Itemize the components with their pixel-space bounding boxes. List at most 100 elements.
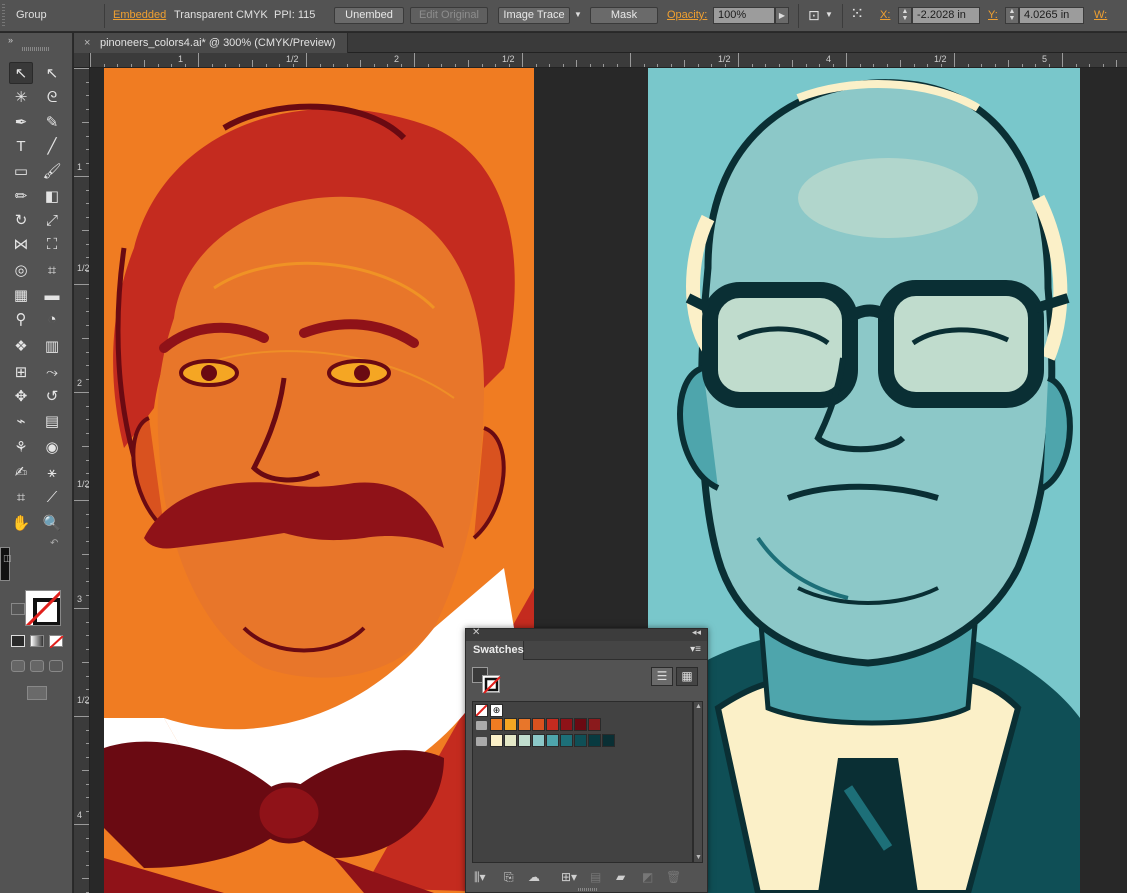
color-swatch[interactable] [560, 734, 573, 747]
current-stroke-swatch[interactable] [482, 675, 501, 694]
color-swatch[interactable] [574, 734, 587, 747]
measure-tool-icon[interactable]: ⟋ [40, 486, 64, 508]
hand-tool-icon[interactable]: ✋ [9, 512, 33, 534]
default-colors-icon[interactable]: ◫ [3, 553, 12, 564]
rectangle-tool-icon[interactable]: ▭ [9, 160, 33, 182]
puppet-warp-tool-icon[interactable]: ✥ [9, 385, 33, 407]
color-swatch[interactable] [560, 718, 573, 731]
free-transform-tool-icon[interactable]: ⛶ [40, 233, 64, 255]
draw-normal-icon[interactable] [11, 660, 25, 672]
color-swatch[interactable] [574, 718, 587, 731]
color-swatch[interactable] [546, 734, 559, 747]
selection-tool-icon[interactable]: ↖ [9, 62, 33, 84]
pencil-tool-icon[interactable]: ✏ [9, 185, 33, 207]
tools-grip[interactable] [22, 47, 50, 51]
pen-tool-icon[interactable]: ✒ [9, 111, 33, 133]
image-trace-button[interactable]: Image Trace [498, 7, 570, 24]
blend-tool-icon[interactable]: ◔ [40, 308, 64, 330]
scroll-up-icon[interactable]: ▲ [695, 703, 702, 710]
opacity-input[interactable]: 100% [713, 7, 775, 24]
stroke-color-swatch[interactable] [25, 590, 61, 626]
swatch-options-icon[interactable]: ▤ [590, 870, 601, 884]
paintbrush-tool-icon[interactable]: 🖌 [40, 160, 64, 182]
vertical-ruler[interactable]: 1 1/2 2 1/2 3 1/2 4 [74, 68, 90, 893]
knife-tool-icon[interactable]: ⚹ [40, 461, 64, 483]
draw-inside-icon[interactable] [49, 660, 63, 672]
document-tab[interactable]: × pinoneers_colors4.ai* @ 300% (CMYK/Pre… [74, 33, 348, 53]
color-swatch[interactable] [518, 718, 531, 731]
draw-behind-icon[interactable] [30, 660, 44, 672]
eyedropper-tool-icon[interactable]: ⚲ [9, 308, 33, 330]
close-tab-icon[interactable]: × [84, 33, 90, 53]
magic-wand-tool-icon[interactable]: ✳ [9, 86, 33, 108]
color-swatch[interactable] [490, 718, 503, 731]
blob-brush-tool-icon[interactable]: ✍ [9, 461, 33, 483]
butterfly-tool-icon[interactable]: ⚘ [9, 436, 33, 458]
warp-tool-icon[interactable]: ⌁ [9, 410, 33, 432]
zoom-tool-icon[interactable]: 🔍 [40, 512, 64, 534]
gradient-tool-icon[interactable]: ▬ [40, 284, 64, 306]
curvature-tool-icon[interactable]: ✎ [40, 111, 64, 133]
collapse-icon[interactable]: ◂◂ [692, 627, 701, 638]
ruler-tool-icon[interactable]: ▤ [40, 410, 64, 432]
color-swatch[interactable] [532, 734, 545, 747]
slice-tool-icon[interactable]: ⤳ [40, 361, 64, 383]
teal-portrait-artwork[interactable] [648, 68, 1080, 893]
horizontal-ruler[interactable]: 1 1/2 2 1/2 1/2 4 1/2 5 [90, 53, 1127, 68]
new-swatch-icon[interactable]: ◩ [642, 870, 653, 884]
column-graph-tool-icon[interactable]: ▥ [40, 335, 64, 357]
direct-selection-tool-icon[interactable]: ↖ [40, 62, 64, 84]
scroll-down-icon[interactable]: ▼ [695, 854, 702, 861]
none-swatch[interactable] [475, 704, 488, 717]
panel-resize-grip[interactable] [578, 888, 598, 891]
artboard-tool-icon[interactable]: ⊞ [9, 361, 33, 383]
align-to-icon[interactable]: ⊡ [808, 7, 820, 24]
width-tool-icon[interactable]: ⋈ [9, 233, 33, 255]
swatch-list[interactable]: ⊕ [472, 701, 693, 863]
swatches-titlebar[interactable]: ✕ ◂◂ [466, 627, 707, 641]
thumbnail-view-icon[interactable]: ▦ [676, 667, 698, 686]
swatch-list-scrollbar[interactable]: ▲ ▼ [693, 701, 703, 863]
opacity-arrow-icon[interactable]: ▶ [775, 7, 789, 24]
w-label[interactable]: W: [1094, 9, 1107, 21]
lasso-tool-icon[interactable]: ᘓ [40, 86, 64, 108]
perspective-grid-tool-icon[interactable]: ⌗ [40, 259, 64, 281]
embedded-link[interactable]: Embedded [113, 9, 166, 21]
shape-builder-tool-icon[interactable]: ◎ [9, 259, 33, 281]
color-swatch[interactable] [518, 734, 531, 747]
symbol-sprayer-tool-icon[interactable]: ❖ [9, 335, 33, 357]
spiral-tool-icon[interactable]: ◉ [40, 436, 64, 458]
gradient-mode-icon[interactable] [30, 635, 44, 647]
rotate-tool-icon[interactable]: ↻ [9, 209, 33, 231]
new-color-group-icon[interactable]: ▰ [616, 870, 625, 884]
color-swatch[interactable] [546, 718, 559, 731]
y-input[interactable]: 4.0265 in [1019, 7, 1084, 24]
type-tool-icon[interactable]: T [9, 135, 33, 157]
color-group-folder-icon[interactable] [476, 721, 487, 730]
color-swatch[interactable] [490, 734, 503, 747]
color-swatch[interactable] [588, 718, 601, 731]
close-panel-icon[interactable]: ✕ [472, 627, 480, 638]
color-swatch[interactable] [602, 734, 615, 747]
panel-menu-icon[interactable]: ▾≡ [690, 644, 701, 655]
x-input[interactable]: -2.2028 in [912, 7, 980, 24]
none-mode-icon[interactable] [49, 635, 64, 649]
mesh-tool-icon[interactable]: ▦ [9, 284, 33, 306]
crop-tool-icon[interactable]: ⌗ [9, 486, 33, 508]
ruler-origin[interactable] [74, 53, 90, 68]
swap-fill-stroke-icon[interactable]: ↶ [50, 538, 58, 549]
scale-tool-icon[interactable]: ⤢ [40, 209, 64, 231]
x-label[interactable]: X: [880, 9, 890, 21]
show-swatch-kinds-icon[interactable]: ⊞▾ [561, 870, 577, 884]
align-dropdown-icon[interactable]: ▼ [825, 10, 833, 19]
cloud-sync-icon[interactable]: ☁ [528, 870, 540, 884]
unembed-button[interactable]: Unembed [334, 7, 404, 24]
list-view-icon[interactable]: ☰ [651, 667, 673, 686]
add-to-library-icon[interactable]: ⎘ [504, 870, 514, 885]
edit-original-button[interactable]: Edit Original [410, 7, 488, 24]
screen-mode-icon[interactable] [27, 686, 47, 700]
reference-point-icon[interactable]: ⁙ [850, 4, 864, 24]
reshape-tool-icon[interactable]: ↺ [40, 385, 64, 407]
color-swatch[interactable] [588, 734, 601, 747]
color-swatch[interactable] [504, 718, 517, 731]
